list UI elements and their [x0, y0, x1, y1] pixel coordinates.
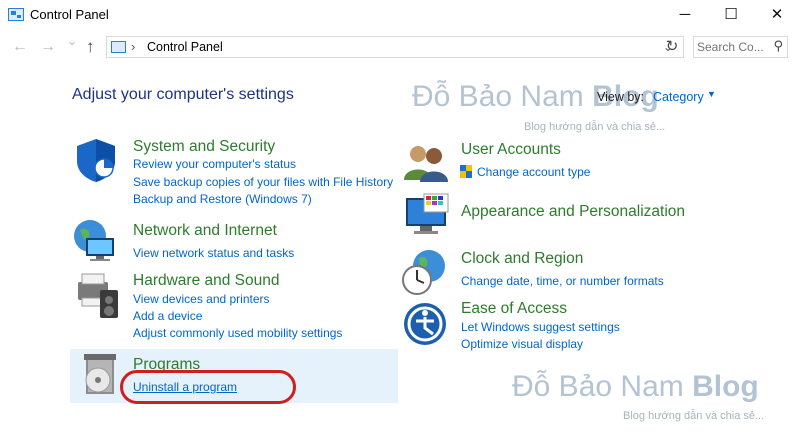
add-device-link[interactable]: Add a device — [133, 309, 202, 323]
control-panel-icon — [8, 8, 24, 21]
printer-speaker-icon — [78, 273, 118, 318]
clock-region-title[interactable]: Clock and Region — [461, 250, 583, 268]
recent-locations-chevron-icon[interactable]: ⌄ — [67, 34, 77, 48]
control-panel-icon — [111, 41, 126, 53]
watermark-tagline-top: Blog hướng dẫn và chia sẻ... — [524, 121, 666, 133]
network-globe-icon — [74, 220, 114, 261]
minimize-button[interactable]: ─ — [662, 0, 708, 30]
title-bar: Control Panel ─ ☐ ✕ — [0, 0, 800, 30]
search-box[interactable]: ⚲ — [693, 36, 788, 58]
ease-of-access-title[interactable]: Ease of Access — [461, 300, 567, 318]
user-accounts-icon — [404, 146, 448, 182]
annotation-circle — [120, 370, 296, 404]
network-status-link[interactable]: View network status and tasks — [133, 246, 294, 260]
forward-arrow-icon[interactable]: → — [40, 38, 56, 56]
devices-printers-link[interactable]: View devices and printers — [133, 292, 270, 306]
date-time-formats-link[interactable]: Change date, time, or number formats — [461, 274, 664, 288]
refresh-icon[interactable]: ↻ — [662, 37, 682, 57]
address-bar[interactable]: › Control Panel ⌄ — [106, 36, 684, 58]
watermark-blog: Blog — [692, 370, 759, 403]
up-arrow-icon[interactable]: ↑ — [86, 37, 95, 57]
mobility-settings-link[interactable]: Adjust commonly used mobility settings — [133, 326, 342, 340]
ease-of-access-icon — [404, 303, 446, 345]
appearance-monitor-icon — [406, 193, 449, 234]
watermark-name: Đỗ Bảo Nam — [512, 370, 684, 403]
clock-globe-icon — [402, 250, 445, 295]
search-icon[interactable]: ⚲ — [773, 38, 783, 54]
programs-disc-box-icon — [84, 354, 116, 394]
breadcrumb-separator-icon[interactable]: › — [131, 39, 135, 54]
optimize-display-link[interactable]: Optimize visual display — [461, 337, 583, 351]
file-history-link[interactable]: Save backup copies of your files with Fi… — [133, 175, 393, 189]
page-title: Adjust your computer's settings — [72, 86, 294, 103]
review-status-link[interactable]: Review your computer's status — [133, 157, 296, 171]
watermark-tagline-bottom: Blog hướng dẫn và chia sẻ... — [623, 410, 765, 422]
view-by-dropdown-arrow-icon[interactable]: ▼ — [707, 89, 716, 99]
view-by-label: View by: — [597, 90, 645, 104]
breadcrumb-control-panel[interactable]: Control Panel — [147, 40, 223, 54]
watermark-bottom: Đỗ Bảo Nam Blog — [512, 370, 759, 404]
search-input[interactable] — [694, 37, 767, 57]
back-arrow-icon[interactable]: ← — [12, 38, 28, 56]
user-accounts-title[interactable]: User Accounts — [461, 141, 561, 159]
network-internet-title[interactable]: Network and Internet — [133, 222, 277, 240]
hardware-sound-title[interactable]: Hardware and Sound — [133, 272, 280, 290]
window-title: Control Panel — [30, 7, 109, 22]
uac-shield-icon — [460, 165, 472, 178]
maximize-button[interactable]: ☐ — [708, 0, 754, 30]
view-by-dropdown[interactable]: Category — [653, 90, 704, 104]
backup-restore-link[interactable]: Backup and Restore (Windows 7) — [133, 192, 312, 206]
shield-icon — [77, 139, 115, 182]
appearance-title[interactable]: Appearance and Personalization — [461, 203, 685, 221]
close-button[interactable]: ✕ — [754, 0, 800, 30]
watermark-name: Đỗ Bảo Nam — [412, 80, 584, 113]
system-security-title[interactable]: System and Security — [133, 138, 275, 156]
change-account-type-link[interactable]: Change account type — [477, 165, 590, 179]
suggest-settings-link[interactable]: Let Windows suggest settings — [461, 320, 620, 334]
